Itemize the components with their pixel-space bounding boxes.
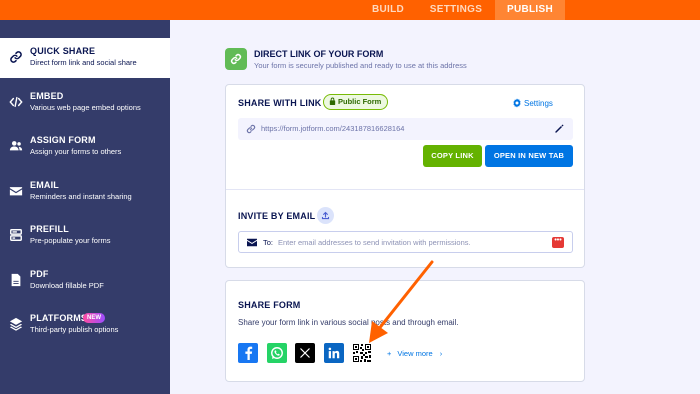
new-badge: NEW — [83, 313, 105, 323]
to-label: To: — [263, 238, 274, 247]
sidebar-item-subtitle: Assign your forms to others — [30, 147, 122, 156]
form-url-field[interactable]: https://form.jotform.com/243187816628164 — [238, 118, 573, 140]
share-link-card: SHARE WITH LINK Public Form Settings htt… — [225, 84, 585, 268]
email-placeholder: Enter email addresses to send invitation… — [278, 238, 471, 247]
layers-icon — [9, 317, 23, 331]
envelope-icon — [9, 187, 23, 196]
sidebar-item-pdf[interactable]: PDF Download fillable PDF — [0, 261, 170, 301]
link-icon — [225, 48, 247, 70]
gear-icon[interactable] — [512, 98, 522, 108]
tab-settings[interactable]: SETTINGS — [422, 0, 490, 20]
page-subtitle: Your form is securely published and read… — [254, 61, 467, 70]
users-icon — [9, 141, 23, 151]
view-more-link[interactable]: + View more › — [387, 349, 442, 358]
sidebar-item-subtitle: Download fillable PDF — [30, 281, 104, 290]
share-form-title: SHARE FORM — [238, 300, 301, 310]
sidebar-item-platforms[interactable]: PLATFORMS NEW Third-party publish option… — [0, 305, 170, 345]
share-with-link-title: SHARE WITH LINK — [238, 98, 322, 108]
open-in-new-tab-button[interactable]: OPEN IN NEW TAB — [485, 145, 573, 167]
upload-icon[interactable] — [317, 207, 334, 224]
view-more-label: View more — [397, 349, 433, 358]
more-options-icon[interactable]: ••• — [552, 237, 564, 248]
sidebar-item-subtitle: Various web page embed options — [30, 103, 141, 112]
pencil-icon[interactable] — [554, 123, 565, 134]
linkedin-icon[interactable] — [324, 343, 344, 363]
sidebar-item-title: PREFILL — [30, 224, 69, 234]
lock-icon — [329, 97, 336, 105]
link-icon — [246, 124, 256, 134]
invite-by-email-title: INVITE BY EMAIL — [238, 211, 316, 221]
x-icon[interactable] — [295, 343, 315, 363]
envelope-icon — [247, 238, 257, 247]
qr-code-icon[interactable] — [352, 343, 372, 363]
chevron-right-icon: › — [439, 349, 443, 358]
sidebar: QUICK SHARE Direct form link and social … — [0, 0, 170, 394]
public-form-badge[interactable]: Public Form — [323, 94, 389, 110]
sidebar-item-subtitle: Pre-populate your forms — [30, 236, 111, 245]
sidebar-item-title: PLATFORMS — [30, 313, 88, 323]
sidebar-item-title: PDF — [30, 269, 49, 279]
copy-link-button[interactable]: COPY LINK — [423, 145, 482, 167]
settings-link[interactable]: Settings — [524, 99, 553, 108]
tab-publish[interactable]: PUBLISH — [495, 0, 565, 20]
plus-icon: + — [387, 349, 392, 358]
sidebar-item-title: QUICK SHARE — [30, 46, 96, 56]
share-form-description: Share your form link in various social p… — [238, 318, 459, 327]
facebook-icon[interactable] — [238, 343, 258, 363]
sidebar-item-quick-share[interactable]: QUICK SHARE Direct form link and social … — [0, 38, 170, 78]
sidebar-item-subtitle: Third-party publish options — [30, 325, 119, 334]
sidebar-item-title: EMBED — [30, 91, 64, 101]
divider — [226, 189, 584, 190]
sidebar-item-title: ASSIGN FORM — [30, 135, 96, 145]
public-form-label: Public Form — [338, 97, 382, 106]
sidebar-item-title: EMAIL — [30, 180, 59, 190]
form-url: https://form.jotform.com/243187816628164 — [261, 124, 405, 133]
link-icon — [10, 51, 22, 63]
prefill-icon — [10, 229, 22, 241]
tab-build[interactable]: BUILD — [360, 0, 416, 20]
pdf-icon — [11, 273, 21, 287]
whatsapp-icon[interactable] — [267, 343, 287, 363]
share-form-card: SHARE FORM Share your form link in vario… — [225, 280, 585, 382]
sidebar-item-email[interactable]: EMAIL Reminders and instant sharing — [0, 172, 170, 212]
invite-email-field[interactable]: To: Enter email addresses to send invita… — [238, 231, 573, 253]
sidebar-item-embed[interactable]: EMBED Various web page embed options — [0, 83, 170, 123]
sidebar-item-subtitle: Reminders and instant sharing — [30, 192, 132, 201]
code-icon — [9, 96, 23, 108]
sidebar-item-subtitle: Direct form link and social share — [30, 58, 137, 67]
sidebar-item-assign-form[interactable]: ASSIGN FORM Assign your forms to others — [0, 127, 170, 167]
page-title: DIRECT LINK OF YOUR FORM — [254, 49, 384, 59]
sidebar-item-prefill[interactable]: PREFILL Pre-populate your forms — [0, 216, 170, 256]
